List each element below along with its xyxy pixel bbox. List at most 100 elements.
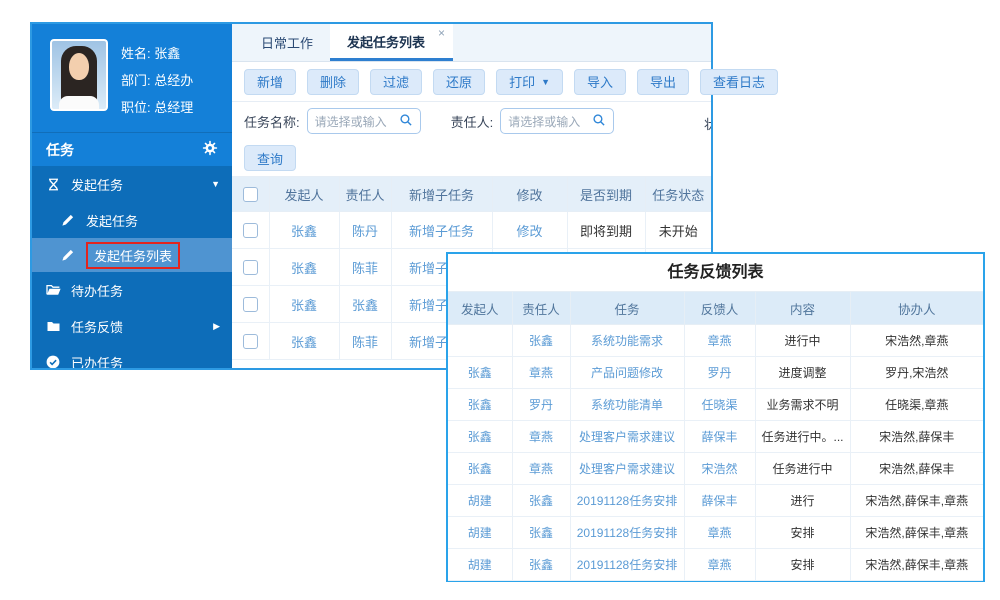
feedback-row[interactable]: 胡建 张鑫 20191128任务安排 章燕 安排 宋浩然,薛保丰,章燕 xyxy=(448,549,983,581)
tab-initiate-task-list[interactable]: 发起任务列表 × xyxy=(330,24,453,61)
section-title: 任务 xyxy=(46,140,74,160)
export-button[interactable]: 导出 xyxy=(637,69,689,95)
dept-label: 部门: xyxy=(121,73,151,88)
select-all-checkbox[interactable] xyxy=(243,187,258,202)
header-task: 任务 xyxy=(570,292,684,325)
cell-originator: 胡建 xyxy=(448,549,512,581)
row-checkbox[interactable] xyxy=(243,297,258,312)
cell-originator: 张鑫 xyxy=(269,323,339,360)
row-checkbox-cell xyxy=(232,323,269,360)
feedback-panel: 任务反馈列表 发起人 责任人 任务 反馈人 内容 协办人 张鑫 系统功能需求 xyxy=(446,252,985,582)
owner-label: 责任人: xyxy=(451,112,494,131)
task-name-label: 任务名称: xyxy=(244,112,300,131)
header-checkbox-cell xyxy=(232,177,269,212)
task-table-row[interactable]: 张鑫 陈丹 新增子任务 修改 即将到期 未开始 xyxy=(232,212,711,249)
cell-task-link[interactable]: 系统功能清单 xyxy=(570,389,684,421)
button-label: 导出 xyxy=(650,72,676,91)
feedback-row[interactable]: 胡建 张鑫 20191128任务安排 薛保丰 进行 宋浩然,薛保丰,章燕 xyxy=(448,485,983,517)
cell-task-link[interactable]: 20191128任务安排 xyxy=(570,549,684,581)
filter-button[interactable]: 过滤 xyxy=(370,69,422,95)
input-placeholder: 请选择或输入 xyxy=(315,113,387,130)
sidebar-item-initiate-task-group[interactable]: 发起任务 ▼ xyxy=(32,166,232,202)
cell-owner: 张鑫 xyxy=(512,485,570,517)
header-originator: 发起人 xyxy=(269,177,339,212)
cell-task-status: 未开始 xyxy=(645,212,711,249)
title-label: 职位: xyxy=(121,100,151,115)
cell-originator: 张鑫 xyxy=(448,389,512,421)
caret-right-icon[interactable]: ▶ xyxy=(213,321,220,332)
cell-owner: 罗丹 xyxy=(512,389,570,421)
cell-collaborators: 宋浩然,章燕 xyxy=(850,325,983,357)
header-feedback-person: 反馈人 xyxy=(684,292,755,325)
tab-daily-work[interactable]: 日常工作 xyxy=(244,24,330,61)
hourglass-icon xyxy=(44,177,62,192)
row-checkbox[interactable] xyxy=(243,223,258,238)
header-due: 是否到期 xyxy=(567,177,645,212)
button-label: 删除 xyxy=(320,72,346,91)
feedback-row[interactable]: 张鑫 系统功能需求 章燕 进行中 宋浩然,章燕 xyxy=(448,325,983,357)
print-button[interactable]: 打印▼ xyxy=(496,69,563,95)
cell-owner: 张鑫 xyxy=(512,549,570,581)
cell-feedback-person: 薛保丰 xyxy=(684,421,755,453)
row-checkbox-cell xyxy=(232,212,269,249)
cell-feedback-person: 章燕 xyxy=(684,325,755,357)
gear-icon[interactable] xyxy=(202,140,218,159)
button-label: 查看日志 xyxy=(713,72,765,91)
check-circle-icon xyxy=(44,354,62,368)
cell-task-link[interactable]: 产品问题修改 xyxy=(570,357,684,389)
restore-button[interactable]: 还原 xyxy=(433,69,485,95)
row-checkbox[interactable] xyxy=(243,260,258,275)
cell-originator xyxy=(448,325,512,357)
profile-info: 姓名: 张鑫 部门: 总经办 职位: 总经理 xyxy=(121,40,193,132)
avatar xyxy=(50,39,108,111)
sidebar-item-initiate-task-list[interactable]: 发起任务列表 xyxy=(32,238,232,272)
cell-task-link[interactable]: 20191128任务安排 xyxy=(570,485,684,517)
cell-owner: 陈菲 xyxy=(339,323,391,360)
query-button[interactable]: 查询 xyxy=(244,145,296,171)
feedback-row[interactable]: 张鑫 章燕 处理客户需求建议 薛保丰 任务进行中。... 宋浩然,薛保丰 xyxy=(448,421,983,453)
add-button[interactable]: 新增 xyxy=(244,69,296,95)
cell-task-link[interactable]: 处理客户需求建议 xyxy=(570,453,684,485)
cell-collaborators: 宋浩然,薛保丰 xyxy=(850,453,983,485)
import-button[interactable]: 导入 xyxy=(574,69,626,95)
owner-input[interactable]: 请选择或输入 xyxy=(500,108,614,134)
feedback-row[interactable]: 张鑫 罗丹 系统功能清单 任晓渠 业务需求不明 任晓渠,章燕 xyxy=(448,389,983,421)
cell-originator: 胡建 xyxy=(448,485,512,517)
header-collaborators: 协办人 xyxy=(850,292,983,325)
query-row: 查询 xyxy=(232,140,711,176)
delete-button[interactable]: 删除 xyxy=(307,69,359,95)
header-owner: 责任人 xyxy=(512,292,570,325)
cell-add-subtask-link[interactable]: 新增子任务 xyxy=(391,212,492,249)
cell-owner: 张鑫 xyxy=(512,325,570,357)
sidebar-item-initiate-task[interactable]: 发起任务 xyxy=(32,202,232,238)
caret-down-icon[interactable]: ▼ xyxy=(211,179,220,189)
row-checkbox[interactable] xyxy=(243,334,258,349)
search-icon[interactable] xyxy=(399,113,413,130)
cell-originator: 张鑫 xyxy=(269,212,339,249)
feedback-panel-title: 任务反馈列表 xyxy=(448,254,983,291)
cell-modify-link[interactable]: 修改 xyxy=(492,212,567,249)
sidebar-item-done-tasks[interactable]: 已办任务 xyxy=(32,344,232,368)
tab-bar: 日常工作 发起任务列表 × xyxy=(232,24,711,62)
feedback-row[interactable]: 胡建 张鑫 20191128任务安排 章燕 安排 宋浩然,薛保丰,章燕 xyxy=(448,517,983,549)
feedback-row[interactable]: 张鑫 章燕 产品问题修改 罗丹 进度调整 罗丹,宋浩然 xyxy=(448,357,983,389)
feedback-row[interactable]: 张鑫 章燕 处理客户需求建议 宋浩然 任务进行中 宋浩然,薛保丰 xyxy=(448,453,983,485)
sidebar-item-todo-tasks[interactable]: 待办任务 xyxy=(32,272,232,308)
cell-collaborators: 任晓渠,章燕 xyxy=(850,389,983,421)
cell-task-link[interactable]: 处理客户需求建议 xyxy=(570,421,684,453)
close-icon[interactable]: × xyxy=(438,26,445,40)
button-label: 过滤 xyxy=(383,72,409,91)
sidebar-item-task-feedback[interactable]: 任务反馈 ▶ xyxy=(32,308,232,344)
cell-owner: 张鑫 xyxy=(339,286,391,323)
cell-task-link[interactable]: 系统功能需求 xyxy=(570,325,684,357)
view-log-button[interactable]: 查看日志 xyxy=(700,69,778,95)
button-label: 打印 xyxy=(509,72,535,91)
avatar-photo xyxy=(52,41,106,109)
cell-content: 任务进行中 xyxy=(755,453,850,485)
sidebar: 姓名: 张鑫 部门: 总经办 职位: 总经理 任务 xyxy=(32,24,232,368)
cell-content: 进行 xyxy=(755,485,850,517)
sidebar-section-tasks[interactable]: 任务 xyxy=(32,132,232,166)
task-name-input[interactable]: 请选择或输入 xyxy=(307,108,421,134)
cell-task-link[interactable]: 20191128任务安排 xyxy=(570,517,684,549)
search-icon[interactable] xyxy=(592,113,606,130)
